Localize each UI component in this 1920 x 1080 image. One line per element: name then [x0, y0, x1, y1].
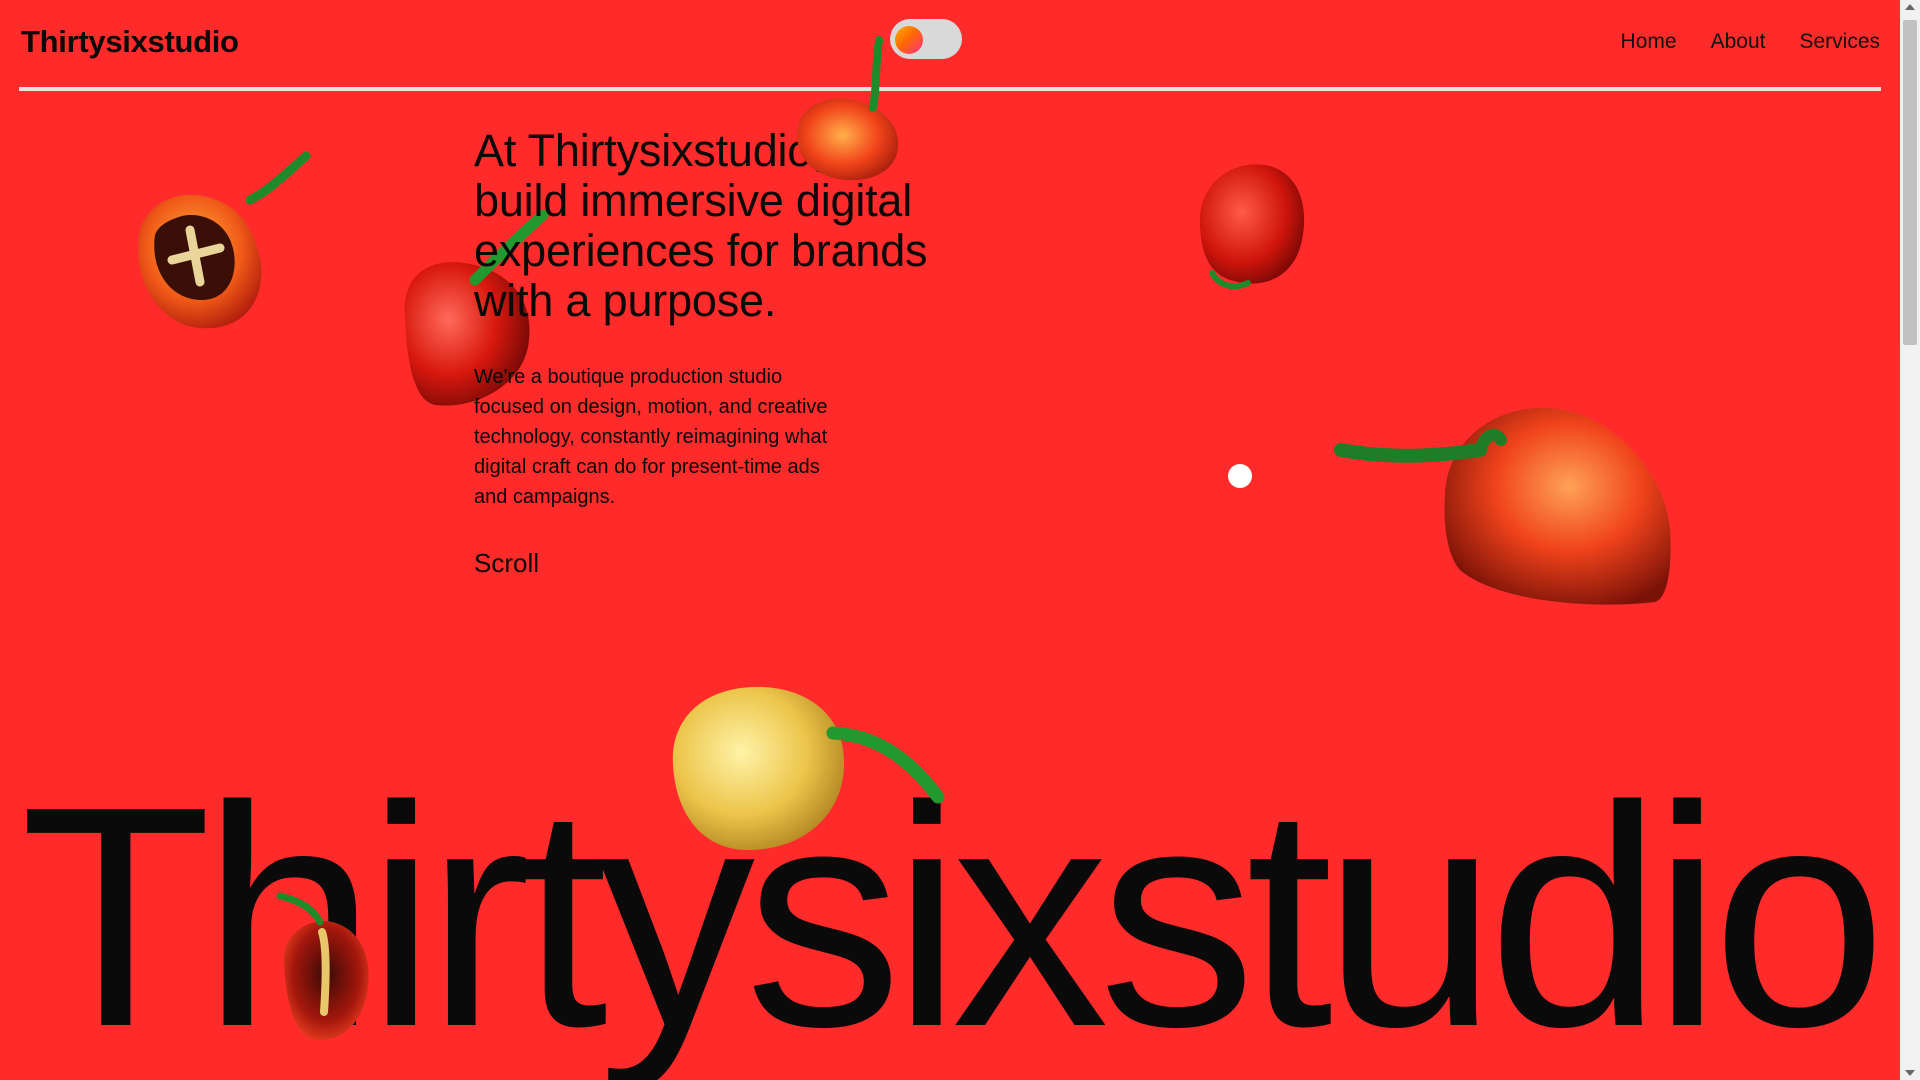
pepper-icon	[668, 685, 945, 855]
header-divider	[19, 87, 1881, 91]
scrollbar-thumb[interactable]	[1903, 20, 1917, 345]
main-nav: Home About Services	[1621, 30, 1880, 54]
cursor-dot-icon	[1228, 464, 1252, 488]
hero-title: At Thirtysixstudio, we build immersive d…	[474, 125, 928, 326]
page: Thirtysixstudio Home About Services At T…	[0, 0, 1900, 1080]
nav-link-about[interactable]: About	[1711, 30, 1766, 54]
site-logo[interactable]: Thirtysixstudio	[21, 24, 239, 60]
nav-link-home[interactable]: Home	[1621, 30, 1677, 54]
pepper-icon	[1334, 400, 1675, 610]
pepper-icon	[272, 892, 377, 1047]
scroll-down-arrow-icon[interactable]	[1905, 1070, 1915, 1076]
nav-link-services[interactable]: Services	[1799, 30, 1880, 54]
vertical-scrollbar[interactable]	[1900, 0, 1920, 1080]
pepper-icon	[785, 36, 915, 183]
pepper-icon	[1190, 155, 1315, 295]
hero-description: We're a boutique production studio focus…	[474, 366, 828, 508]
scroll-link[interactable]: Scroll	[474, 548, 539, 579]
pepper-icon	[120, 150, 320, 340]
scroll-up-arrow-icon[interactable]	[1905, 4, 1915, 10]
